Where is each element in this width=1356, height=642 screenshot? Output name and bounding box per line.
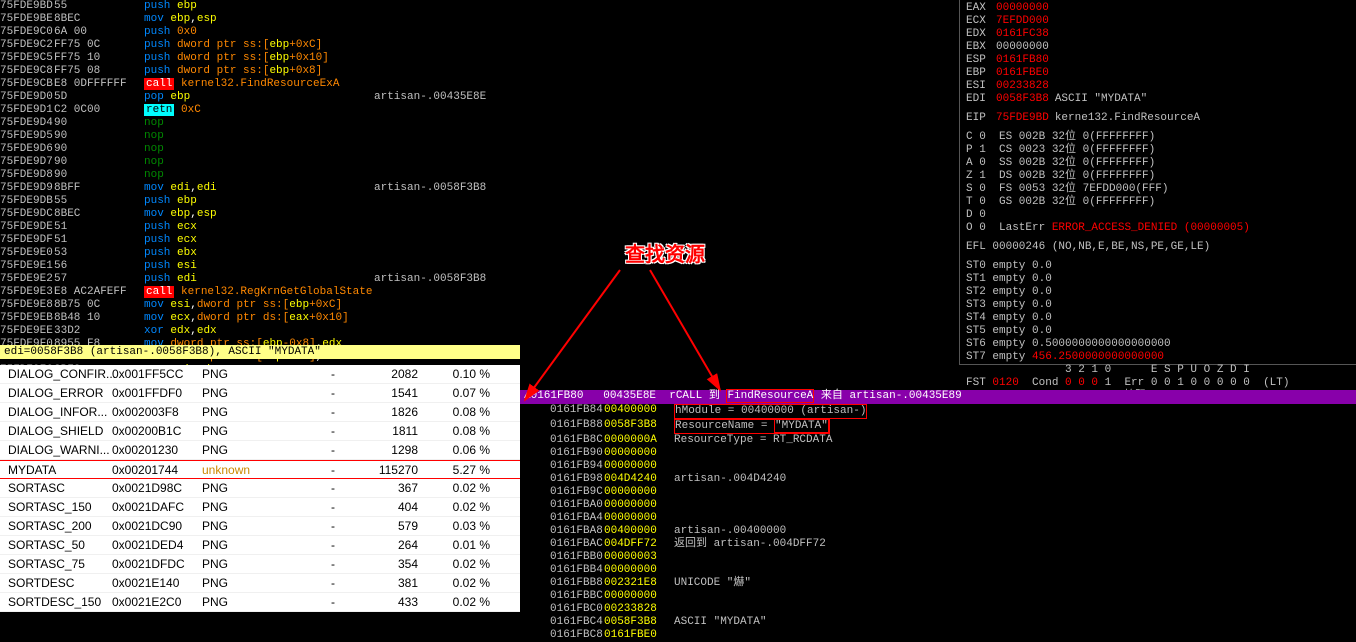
reg-EBX: EBX00000000 — [966, 41, 1350, 54]
fpu-row: ST5 empty 0.0 — [966, 325, 1350, 338]
stack-pane[interactable]: ▲0161FB80 00435E8E rCALL 到 FindResourceA… — [520, 390, 1356, 611]
reg-ESP: ESP0161FB80 — [966, 54, 1350, 67]
reg-EBP: EBP0161FBE0 — [966, 67, 1350, 80]
flag-row: A 0 SS 002B 32位 0(FFFFFFFF) — [966, 157, 1350, 170]
resource-row[interactable]: SORTASC_500x0021DED4PNG-2640.01 % — [0, 536, 520, 555]
disasm-row[interactable]: 75FDE9DF51push ecx — [0, 234, 959, 247]
resource-row[interactable]: SORTASC_2000x0021DC90PNG-5790.03 % — [0, 517, 520, 536]
disasm-row[interactable]: 75FDE9DC8BECmov ebp,esp — [0, 208, 959, 221]
stack-row[interactable]: 0161FBBC00000000 — [520, 590, 1356, 603]
disasm-row[interactable]: 75FDE9E88B75 0Cmov esi,dword ptr ss:[ebp… — [0, 299, 959, 312]
reg-EAX: EAX00000000 — [966, 2, 1350, 15]
disasm-row[interactable]: 75FDE9E156push esi — [0, 260, 959, 273]
stack-row[interactable]: 0161FBB000000003 — [520, 551, 1356, 564]
stack-row[interactable]: 0161FB9000000000 — [520, 447, 1356, 460]
resource-row[interactable]: DIALOG_SHIELD0x00200B1CPNG-18110.08 % — [0, 422, 520, 441]
disasm-row[interactable]: 75FDE9D1C2 0C00retn 0xC — [0, 104, 959, 117]
stack-row[interactable]: 0161FBB400000000 — [520, 564, 1356, 577]
resources-pane[interactable]: DIALOG_CONFIR...0x001FF5CCPNG-20820.10 %… — [0, 365, 520, 611]
stack-row[interactable]: 0161FBAC004DFF72返回到 artisan-.004DFF72 — [520, 538, 1356, 551]
fpu-row: ST1 empty 0.0 — [966, 273, 1350, 286]
resource-row[interactable]: MYDATA0x00201744unknown-1152705.27 % — [0, 460, 520, 479]
efl: EFL 00000246 (NO,NB,E,BE,NS,PE,GE,LE) — [966, 241, 1350, 254]
flag-row: S 0 FS 0053 32位 7EFDD000(FFF) — [966, 183, 1350, 196]
stack-header: ▲0161FB80 00435E8E rCALL 到 FindResourceA… — [520, 390, 1356, 404]
stack-row[interactable]: 0161FBB8002321E8UNICODE "爀" — [520, 577, 1356, 590]
reg-EDI: EDI0058F3B8ASCII "MYDATA" — [966, 93, 1350, 106]
resource-row[interactable]: DIALOG_INFOR...0x002003F8PNG-18260.08 % — [0, 403, 520, 422]
disasm-row[interactable]: 75FDE9D590nop — [0, 130, 959, 143]
fst: FST 0120 Cond 0 0 0 1 Err 0 0 1 0 0 0 0 … — [966, 377, 1350, 390]
disasm-row[interactable]: 75FDE9C2FF75 0Cpush dword ptr ss:[ebp+0x… — [0, 39, 959, 52]
disasm-row[interactable]: 75FDE9DB55push ebp — [0, 195, 959, 208]
flag-row: O 0 LastErr ERROR_ACCESS_DENIED (0000000… — [966, 222, 1350, 235]
disasm-row[interactable]: 75FDE9CBE8 0DFFFFFFcall kernel32.FindRes… — [0, 78, 959, 91]
stack-row[interactable]: 0161FB9400000000 — [520, 460, 1356, 473]
fpu-row: ST2 empty 0.0 — [966, 286, 1350, 299]
disasm-row[interactable]: 75FDE9D790nop — [0, 156, 959, 169]
disasm-row[interactable]: 75FDE9E257push ediartisan-.0058F3B8 — [0, 273, 959, 286]
stack-row[interactable]: 0161FB880058F3B8ResourceName = "MYDATA" — [520, 419, 1356, 434]
disasm-row[interactable]: 75FDE9D890nop — [0, 169, 959, 182]
disasm-row[interactable]: 75FDE9DE51push ecx — [0, 221, 959, 234]
disasm-row[interactable]: 75FDE9C5FF75 10push dword ptr ss:[ebp+0x… — [0, 52, 959, 65]
disasm-row[interactable]: 75FDE9C06A 00push 0x0 — [0, 26, 959, 39]
disasm-row[interactable]: 75FDE9E053push ebx — [0, 247, 959, 260]
fpu-row: ST3 empty 0.0 — [966, 299, 1350, 312]
resource-row[interactable]: DIALOG_WARNI...0x00201230PNG-12980.06 % — [0, 441, 520, 460]
fpu-row: ST7 empty 456.2500000000000000 — [966, 351, 1350, 364]
resource-row[interactable]: DIALOG_CONFIR...0x001FF5CCPNG-20820.10 % — [0, 365, 520, 384]
fpu-row: ST4 empty 0.0 — [966, 312, 1350, 325]
stack-row[interactable]: 0161FBC40058F3B8ASCII "MYDATA" — [520, 616, 1356, 629]
stack-row[interactable]: 0161FBA400000000 — [520, 512, 1356, 525]
stack-row[interactable]: 0161FB8400400000hModule = 00400000 (arti… — [520, 404, 1356, 419]
resource-row[interactable]: SORTASC0x0021D98CPNG-3670.02 % — [0, 479, 520, 498]
disasm-row[interactable]: 75FDE9D05Dpop ebpartisan-.00435E8E — [0, 91, 959, 104]
flag-row: C 0 ES 002B 32位 0(FFFFFFFF) — [966, 131, 1350, 144]
disasm-row[interactable]: 75FDE9D490nop — [0, 117, 959, 130]
reg-ECX: ECX7EFDD000 — [966, 15, 1350, 28]
stack-row[interactable]: 0161FB8C0000000AResourceType = RT_RCDATA — [520, 434, 1356, 447]
info-bar: edi=0058F3B8 (artisan-.0058F3B8), ASCII … — [0, 345, 520, 359]
disasm-row[interactable]: 75FDE9C8FF75 08push dword ptr ss:[ebp+0x… — [0, 65, 959, 78]
stack-row[interactable]: 0161FBA800400000artisan-.00400000 — [520, 525, 1356, 538]
disasm-row[interactable]: 75FDE9D690nop — [0, 143, 959, 156]
resource-row[interactable]: SORTASC_1500x0021DAFCPNG-4040.02 % — [0, 498, 520, 517]
disasm-row[interactable]: 75FDE9BD55push ebp — [0, 0, 959, 13]
disasm-row[interactable]: 75FDE9E3E8 AC2AFEFFcall kernel32.RegKrnG… — [0, 286, 959, 299]
flag-row: P 1 CS 0023 32位 0(FFFFFFFF) — [966, 144, 1350, 157]
resource-row[interactable]: DIALOG_ERROR0x001FFDF0PNG-15410.07 % — [0, 384, 520, 403]
stack-row[interactable]: 0161FBA000000000 — [520, 499, 1356, 512]
disasm-row[interactable]: 75FDE9EE33D2xor edx,edx — [0, 325, 959, 338]
disasm-row[interactable]: 75FDE9D98BFFmov edi,ediartisan-.0058F3B8 — [0, 182, 959, 195]
stack-row[interactable]: 0161FB98004D4240artisan-.004D4240 — [520, 473, 1356, 486]
fpu-row: ST0 empty 0.0 — [966, 260, 1350, 273]
stack-row[interactable]: 0161FB9C00000000 — [520, 486, 1356, 499]
resource-row[interactable]: SORTDESC_1500x0021E2C0PNG-4330.02 % — [0, 593, 520, 612]
registers-pane[interactable]: EAX00000000ECX7EFDD000EDX0161FC38EBX0000… — [960, 0, 1356, 365]
fpu-row: ST6 empty 0.5000000000000000000 — [966, 338, 1350, 351]
flag-row: Z 1 DS 002B 32位 0(FFFFFFFF) — [966, 170, 1350, 183]
stack-row[interactable]: 0161FBC000233828 — [520, 603, 1356, 616]
stack-row[interactable]: 0161FBC80161FBE0 — [520, 629, 1356, 642]
disasm-row[interactable]: 75FDE9EB8B48 10mov ecx,dword ptr ds:[eax… — [0, 312, 959, 325]
resource-row[interactable]: SORTDESC0x0021E140PNG-3810.02 % — [0, 574, 520, 593]
fpu-flags: 3 2 1 0 E S P U O Z D I — [966, 364, 1350, 377]
resource-row[interactable]: SORTASC_750x0021DFDCPNG-3540.02 % — [0, 555, 520, 574]
disassembly-pane[interactable]: 75FDE9BD55push ebp75FDE9BE8BECmov ebp,es… — [0, 0, 960, 365]
flag-row: T 0 GS 002B 32位 0(FFFFFFFF) — [966, 196, 1350, 209]
reg-EDX: EDX0161FC38 — [966, 28, 1350, 41]
reg-ESI: ESI00233828 — [966, 80, 1350, 93]
flag-row: D 0 — [966, 209, 1350, 222]
reg-EIP: EIP75FDE9BDkerne132.FindResourceA — [966, 112, 1350, 125]
disasm-row[interactable]: 75FDE9BE8BECmov ebp,esp — [0, 13, 959, 26]
